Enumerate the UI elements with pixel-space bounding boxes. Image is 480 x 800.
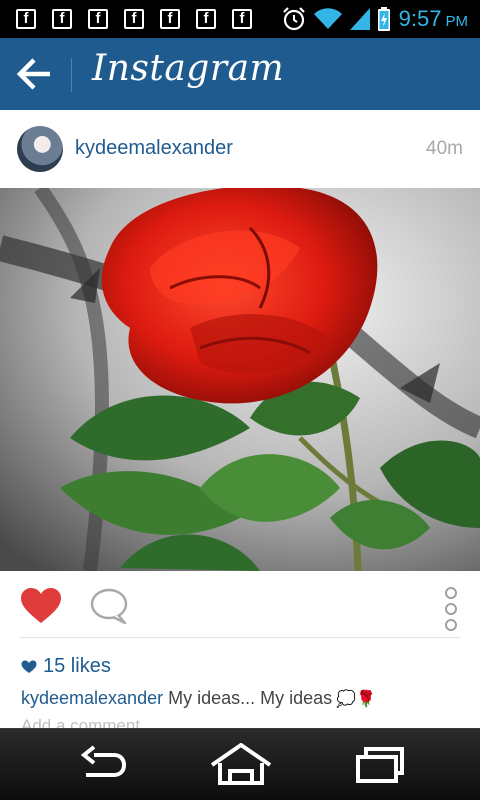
avatar[interactable] xyxy=(17,126,63,172)
speech-bubble-icon xyxy=(90,588,128,625)
post-header: kydeemalexander 40m xyxy=(0,110,480,188)
caption-text: My ideas... My ideas xyxy=(168,688,333,708)
facebook-notification-icon: f xyxy=(52,9,72,29)
post-photo[interactable] xyxy=(0,188,480,571)
post-timestamp: 40m xyxy=(426,138,463,159)
app-bar: Instagram xyxy=(0,38,480,110)
heart-filled-icon xyxy=(21,588,61,623)
facebook-notification-icon: f xyxy=(160,9,180,29)
more-options-button[interactable] xyxy=(444,587,458,631)
more-dot-icon xyxy=(445,619,457,631)
facebook-notification-icon: f xyxy=(88,9,108,29)
back-icon xyxy=(80,745,127,777)
post-actions xyxy=(0,571,480,641)
arrow-left-icon xyxy=(16,58,50,90)
app-logo: Instagram xyxy=(92,48,285,89)
actions-divider xyxy=(20,637,460,638)
status-bar: f f f f f f f 9:57 PM xyxy=(0,0,480,38)
facebook-notification-icon: f xyxy=(16,9,36,29)
red-rose-photo xyxy=(0,188,480,571)
like-button[interactable] xyxy=(20,587,62,630)
clock: 9:57 xyxy=(398,6,442,31)
wifi-icon xyxy=(313,8,342,30)
navigation-bar xyxy=(0,728,480,800)
system-icons: 9:57 PM xyxy=(281,4,468,34)
facebook-notification-icon: f xyxy=(124,9,144,29)
nav-home-button[interactable] xyxy=(208,742,274,787)
post-username[interactable]: kydeemalexander xyxy=(75,137,233,160)
caption-username[interactable]: kydeemalexander xyxy=(21,688,163,708)
nav-recent-apps-button[interactable] xyxy=(350,743,410,787)
comment-button[interactable] xyxy=(90,588,130,631)
notification-icons: f f f f f f f xyxy=(16,9,268,29)
clock-ampm: PM xyxy=(445,13,469,30)
likes-label: 15 likes xyxy=(43,655,111,677)
home-icon xyxy=(210,742,272,785)
small-heart-icon xyxy=(21,660,37,673)
app-bar-divider xyxy=(71,58,72,92)
facebook-notification-icon: f xyxy=(232,9,252,29)
facebook-notification-icon: f xyxy=(196,9,216,29)
alarm-icon xyxy=(282,7,305,31)
back-button[interactable] xyxy=(14,54,56,94)
battery-charging-icon xyxy=(377,7,390,31)
more-dot-icon xyxy=(445,603,457,615)
caption-emoji: 💭🌹 xyxy=(336,689,376,708)
caption: kydeemalexander My ideas... My ideas 💭🌹 xyxy=(21,688,376,709)
nav-back-button[interactable] xyxy=(74,743,134,787)
likes-count[interactable]: 15 likes xyxy=(21,655,111,678)
recent-apps-icon xyxy=(356,747,404,783)
signal-icon xyxy=(349,8,370,30)
more-dot-icon xyxy=(445,587,457,599)
